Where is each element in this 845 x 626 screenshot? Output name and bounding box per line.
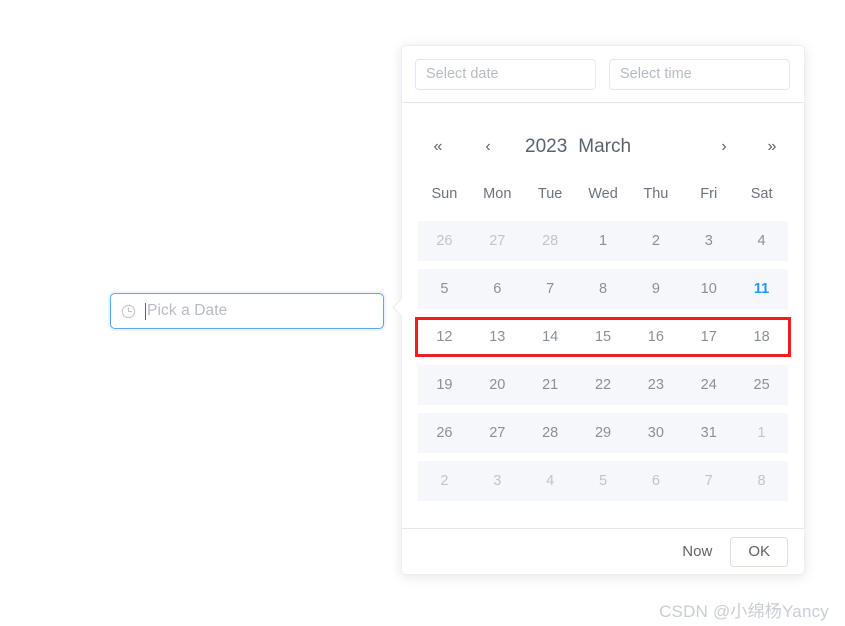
calendar-day-cell[interactable]: 10 <box>682 282 735 297</box>
weekday-label-thu: Thu <box>643 186 669 202</box>
text-caret <box>145 302 146 320</box>
calendar-day-cell[interactable]: 4 <box>735 234 788 249</box>
calendar-day-cell[interactable]: 12 <box>418 330 471 345</box>
calendar-day-cell[interactable]: 8 <box>577 282 630 297</box>
calendar-day-cell[interactable]: 5 <box>577 474 630 489</box>
calendar-day-cell[interactable]: 27 <box>471 426 524 441</box>
calendar-day-cell[interactable]: 1 <box>735 426 788 441</box>
calendar-day-cell[interactable]: 5 <box>418 282 471 297</box>
calendar-day-cell[interactable]: 2 <box>629 234 682 249</box>
calendar-day-cell[interactable]: 6 <box>629 474 682 489</box>
calendar-week-row: 5 6 7 8 9 10 11 <box>418 269 788 309</box>
calendar-day-cell[interactable]: 21 <box>524 378 577 393</box>
header-year[interactable]: 2023 <box>525 136 567 158</box>
calendar-day-cell[interactable]: 24 <box>682 378 735 393</box>
ok-button[interactable]: OK <box>730 536 788 567</box>
select-time-placeholder: Select time <box>620 66 692 82</box>
calendar-day-cell[interactable]: 11 <box>735 282 788 297</box>
calendar-day-cell[interactable]: 3 <box>682 234 735 249</box>
calendar-day-cell[interactable]: 1 <box>577 234 630 249</box>
calendar-day-cell[interactable]: 31 <box>682 426 735 441</box>
select-date-input[interactable]: Select date <box>415 58 596 90</box>
calendar-day-cell[interactable]: 7 <box>524 282 577 297</box>
date-picker-popup: Select date Select time « ‹ 2023 March ›… <box>392 45 805 575</box>
calendar-day-cell[interactable]: 20 <box>471 378 524 393</box>
header-month[interactable]: March <box>578 136 631 158</box>
calendar-day-cell[interactable]: 18 <box>735 330 788 345</box>
calendar-header-label: 2023 March <box>525 136 631 158</box>
calendar-day-cell[interactable]: 26 <box>418 234 471 249</box>
weekday-label-tue: Tue <box>537 186 563 202</box>
pick-a-date-input[interactable]: Pick a Date <box>110 293 384 329</box>
weekday-label-fri: Fri <box>700 186 718 202</box>
calendar-day-cell[interactable]: 15 <box>577 330 630 345</box>
calendar-day-cell[interactable]: 16 <box>629 330 682 345</box>
calendar-day-cell[interactable]: 2 <box>418 474 471 489</box>
panel-input-row: Select date Select time <box>402 46 804 103</box>
calendar-day-cell[interactable]: 8 <box>735 474 788 489</box>
calendar-day-cell[interactable]: 4 <box>524 474 577 489</box>
calendar-week-row: 19 20 21 22 23 24 25 <box>418 365 788 405</box>
weekday-label-mon: Mon <box>483 186 512 202</box>
calendar-table: Sun Mon Tue Wed Thu Fri Sat 26 27 28 1 2 3 4 5 6 7 8 9 10 1… <box>402 175 804 501</box>
pick-a-date-placeholder: Pick a Date <box>147 302 228 319</box>
calendar-body: 26 27 28 1 2 3 4 5 6 7 8 9 10 11 12 13 14 15 16 17 18 19 20 21 2… <box>415 221 791 501</box>
calendar-day-cell[interactable]: 25 <box>735 378 788 393</box>
calendar-day-cell[interactable]: 27 <box>471 234 524 249</box>
weekday-label-wed: Wed <box>588 186 618 202</box>
now-button[interactable]: Now <box>682 543 712 560</box>
calendar-header: « ‹ 2023 March › » <box>402 119 804 175</box>
prev-month-icon[interactable]: ‹ <box>475 139 501 155</box>
next-month-icon[interactable]: › <box>711 139 737 155</box>
prev-year-icon[interactable]: « <box>425 139 451 155</box>
panel-footer: Now OK <box>402 528 804 574</box>
calendar-day-cell[interactable]: 9 <box>629 282 682 297</box>
calendar-week-row: 26 27 28 1 2 3 4 <box>418 221 788 261</box>
calendar-week-row-highlighted: 12 13 14 15 16 17 18 <box>415 317 791 357</box>
calendar-day-cell[interactable]: 13 <box>471 330 524 345</box>
select-date-placeholder: Select date <box>426 66 499 82</box>
calendar-day-cell[interactable]: 7 <box>682 474 735 489</box>
calendar-day-cell[interactable]: 19 <box>418 378 471 393</box>
watermark: CSDN @小绵杨Yancy <box>659 602 829 621</box>
calendar-day-cell[interactable]: 22 <box>577 378 630 393</box>
calendar-day-cell[interactable]: 3 <box>471 474 524 489</box>
weekday-header-row: Sun Mon Tue Wed Thu Fri Sat <box>418 175 788 213</box>
weekday-label-sun: Sun <box>431 186 458 202</box>
calendar-day-cell[interactable]: 14 <box>524 330 577 345</box>
next-year-icon[interactable]: » <box>759 139 785 155</box>
calendar-day-cell[interactable]: 30 <box>629 426 682 441</box>
weekday-label-sat: Sat <box>750 186 773 202</box>
calendar-day-cell[interactable]: 6 <box>471 282 524 297</box>
select-time-input[interactable]: Select time <box>609 58 790 90</box>
calendar-day-cell[interactable]: 28 <box>524 426 577 441</box>
calendar-day-cell[interactable]: 23 <box>629 378 682 393</box>
calendar-day-cell[interactable]: 28 <box>524 234 577 249</box>
calendar-day-cell[interactable]: 17 <box>682 330 735 345</box>
calendar-week-row: 2345678 <box>418 461 788 501</box>
calendar-day-cell[interactable]: 26 <box>418 426 471 441</box>
calendar-week-row: 26 27 28 29 30 31 1 <box>418 413 788 453</box>
calendar-day-cell[interactable]: 29 <box>577 426 630 441</box>
clock-icon <box>121 304 136 318</box>
